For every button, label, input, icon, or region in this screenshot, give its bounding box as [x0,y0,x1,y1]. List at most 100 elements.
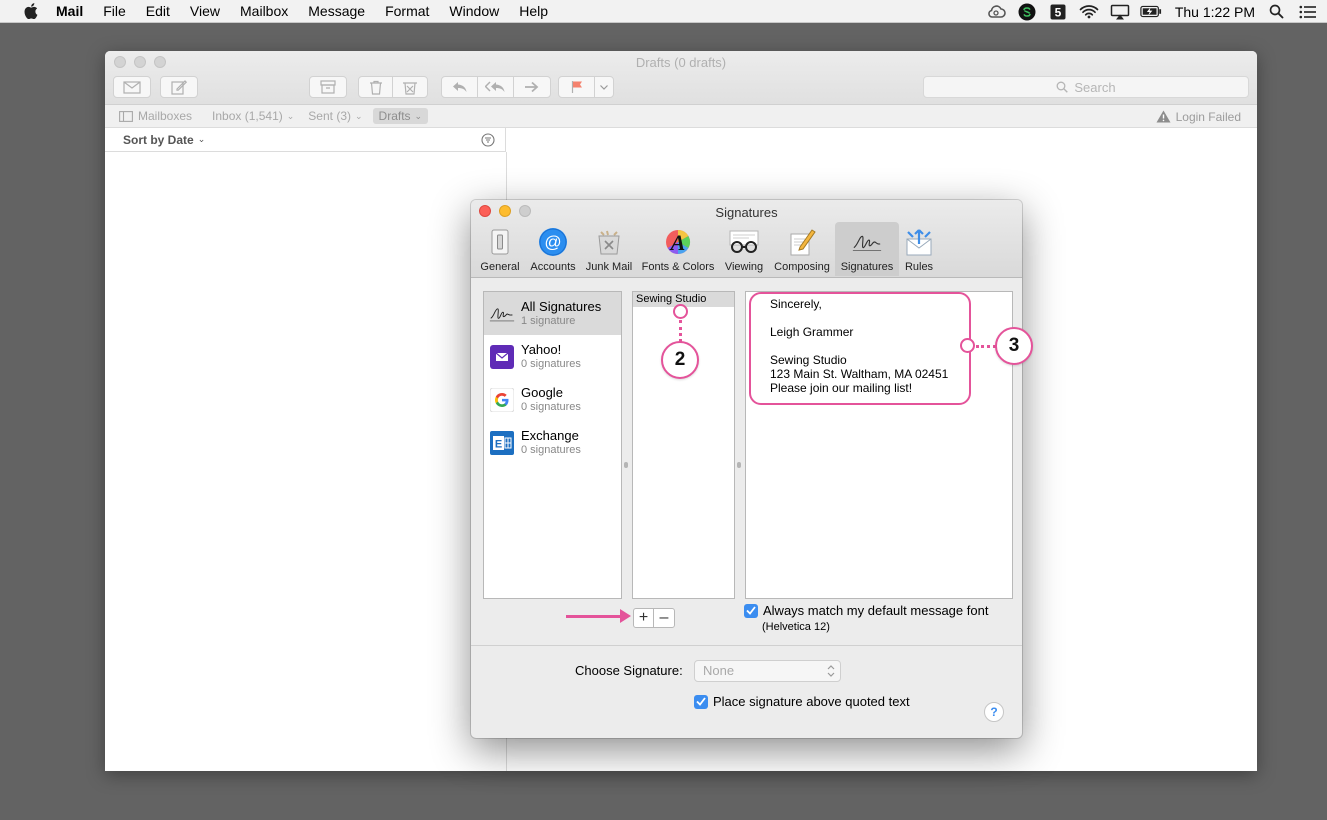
place-above-checkbox[interactable] [694,694,708,709]
tab-junk-mail[interactable]: Junk Mail [581,222,637,276]
spotlight-search-icon[interactable] [1265,0,1287,23]
svg-text:@: @ [544,233,561,252]
match-font-label: Always match my default message font [763,603,989,618]
sort-by-date-menu[interactable]: Sort by Date [123,133,194,147]
wifi-icon[interactable] [1078,0,1100,23]
reply-all-button[interactable] [478,77,514,97]
sync-app-icon[interactable] [1016,0,1038,23]
reply-button[interactable] [442,77,478,97]
callout-arrow-head [620,609,631,623]
trash-icon [369,80,382,95]
tab-general[interactable]: General [475,222,525,276]
compose-button[interactable] [160,76,198,98]
archive-button[interactable] [309,76,347,98]
junk-button[interactable] [393,77,427,97]
tab-viewing-label: Viewing [724,261,764,273]
place-above-checkbox-row[interactable]: Place signature above quoted text [694,694,910,709]
mailboxes-toggle[interactable]: Mailboxes [119,109,192,123]
callout-2-leader [679,320,682,342]
airplay-icon[interactable] [1109,0,1131,23]
tab-junk-mail-label: Junk Mail [585,261,633,273]
favorite-sent[interactable]: Sent (3) ⌄ [308,109,362,123]
composing-pencil-icon [786,226,818,258]
flag-button[interactable] [559,77,595,97]
general-switch-icon [484,226,516,258]
tab-composing[interactable]: Composing [769,222,835,276]
menu-clock[interactable]: Thu 1:22 PM [1175,4,1255,20]
preferences-tabs: General @ Accounts Junk Mail A Fonts & C… [475,222,939,276]
menu-file[interactable]: File [103,0,126,23]
notification-center-icon[interactable] [1296,0,1318,23]
favorite-drafts[interactable]: Drafts ⌄ [372,108,429,124]
inbox-label: Inbox (1,541) [212,109,283,123]
reply-icon [452,82,466,92]
favorites-bar: Mailboxes Inbox (1,541) ⌄ Sent (3) ⌄ Dra… [105,105,1257,128]
callout-3-leader [976,345,996,348]
flag-menu-button[interactable] [595,77,613,97]
menu-window[interactable]: Window [449,0,499,23]
add-remove-signature-buttons: + – [633,608,675,628]
choose-signature-value: None [703,663,735,678]
exchange-icon: E [489,430,515,456]
flag-icon [571,81,582,93]
divider [471,645,1022,646]
add-signature-button[interactable]: + [634,609,654,627]
help-button[interactable]: ? [984,702,1004,722]
choose-signature-select[interactable]: None [694,660,841,682]
warning-icon [1156,110,1171,123]
tab-accounts[interactable]: @ Accounts [525,222,581,276]
delete-button[interactable] [359,77,393,97]
account-exchange[interactable]: E Exchange 0 signatures [484,421,621,464]
junk-bin-icon [403,81,417,95]
match-font-checkbox-row[interactable]: Always match my default message font [744,603,988,618]
chevron-down-icon: ⌄ [354,110,363,121]
search-icon [1056,81,1069,93]
forward-button[interactable] [514,77,550,97]
tab-viewing[interactable]: Viewing [719,222,769,276]
glasses-icon [728,226,760,258]
reply-all-icon [484,81,504,92]
account-google[interactable]: Google 0 signatures [484,378,621,421]
menu-app-name[interactable]: Mail [56,0,83,23]
callout-badge-3: 3 [995,327,1033,365]
filter-icon[interactable] [481,133,495,150]
menu-view[interactable]: View [190,0,220,23]
sort-bar: Sort by Date ⌄ [105,128,506,152]
tab-rules[interactable]: Rules [899,222,939,276]
menu-edit[interactable]: Edit [146,0,170,23]
sidebar-icon [119,110,133,122]
callout-badge-2: 2 [661,341,699,379]
battery-charging-icon[interactable] [1140,0,1162,23]
login-failed-status[interactable]: Login Failed [1156,105,1241,128]
junk-bin-icon [593,226,625,258]
menu-message[interactable]: Message [308,0,365,23]
favorite-inbox[interactable]: Inbox (1,541) ⌄ [212,109,294,123]
menu-bar: Mail File Edit View Mailbox Message Form… [0,0,1327,23]
s-badge-icon[interactable]: 5 [1047,0,1069,23]
signatures-split-handle[interactable] [736,460,742,470]
mail-search-field[interactable]: Search [923,76,1249,98]
accounts-split-handle[interactable] [623,460,629,470]
remove-signature-button[interactable]: – [654,609,674,627]
google-icon [489,387,515,413]
match-font-checkbox[interactable] [744,603,758,618]
tab-signatures[interactable]: Signatures [835,222,899,276]
get-mail-button[interactable] [113,76,151,98]
creative-cloud-icon[interactable] [985,0,1007,23]
menu-mailbox[interactable]: Mailbox [240,0,288,23]
default-font-note: (Helvetica 12) [762,621,830,633]
search-placeholder: Search [1074,79,1116,95]
tab-general-label: General [480,261,520,273]
checkmark-icon [746,606,756,615]
signature-accounts-list: All Signatures 1 signature Yahoo! 0 sign… [483,291,622,599]
menu-format[interactable]: Format [385,0,429,23]
account-name: Yahoo! [521,342,562,357]
account-signature-count: 1 signature [521,315,576,327]
apple-menu-icon[interactable] [20,0,42,23]
account-all-signatures[interactable]: All Signatures 1 signature [484,292,621,335]
sent-label: Sent (3) [308,109,351,123]
tab-fonts-colors[interactable]: A Fonts & Colors [637,222,719,276]
menu-help[interactable]: Help [519,0,548,23]
mail-toolbar: Drafts (0 drafts) Search [105,51,1257,105]
account-yahoo[interactable]: Yahoo! 0 signatures [484,335,621,378]
